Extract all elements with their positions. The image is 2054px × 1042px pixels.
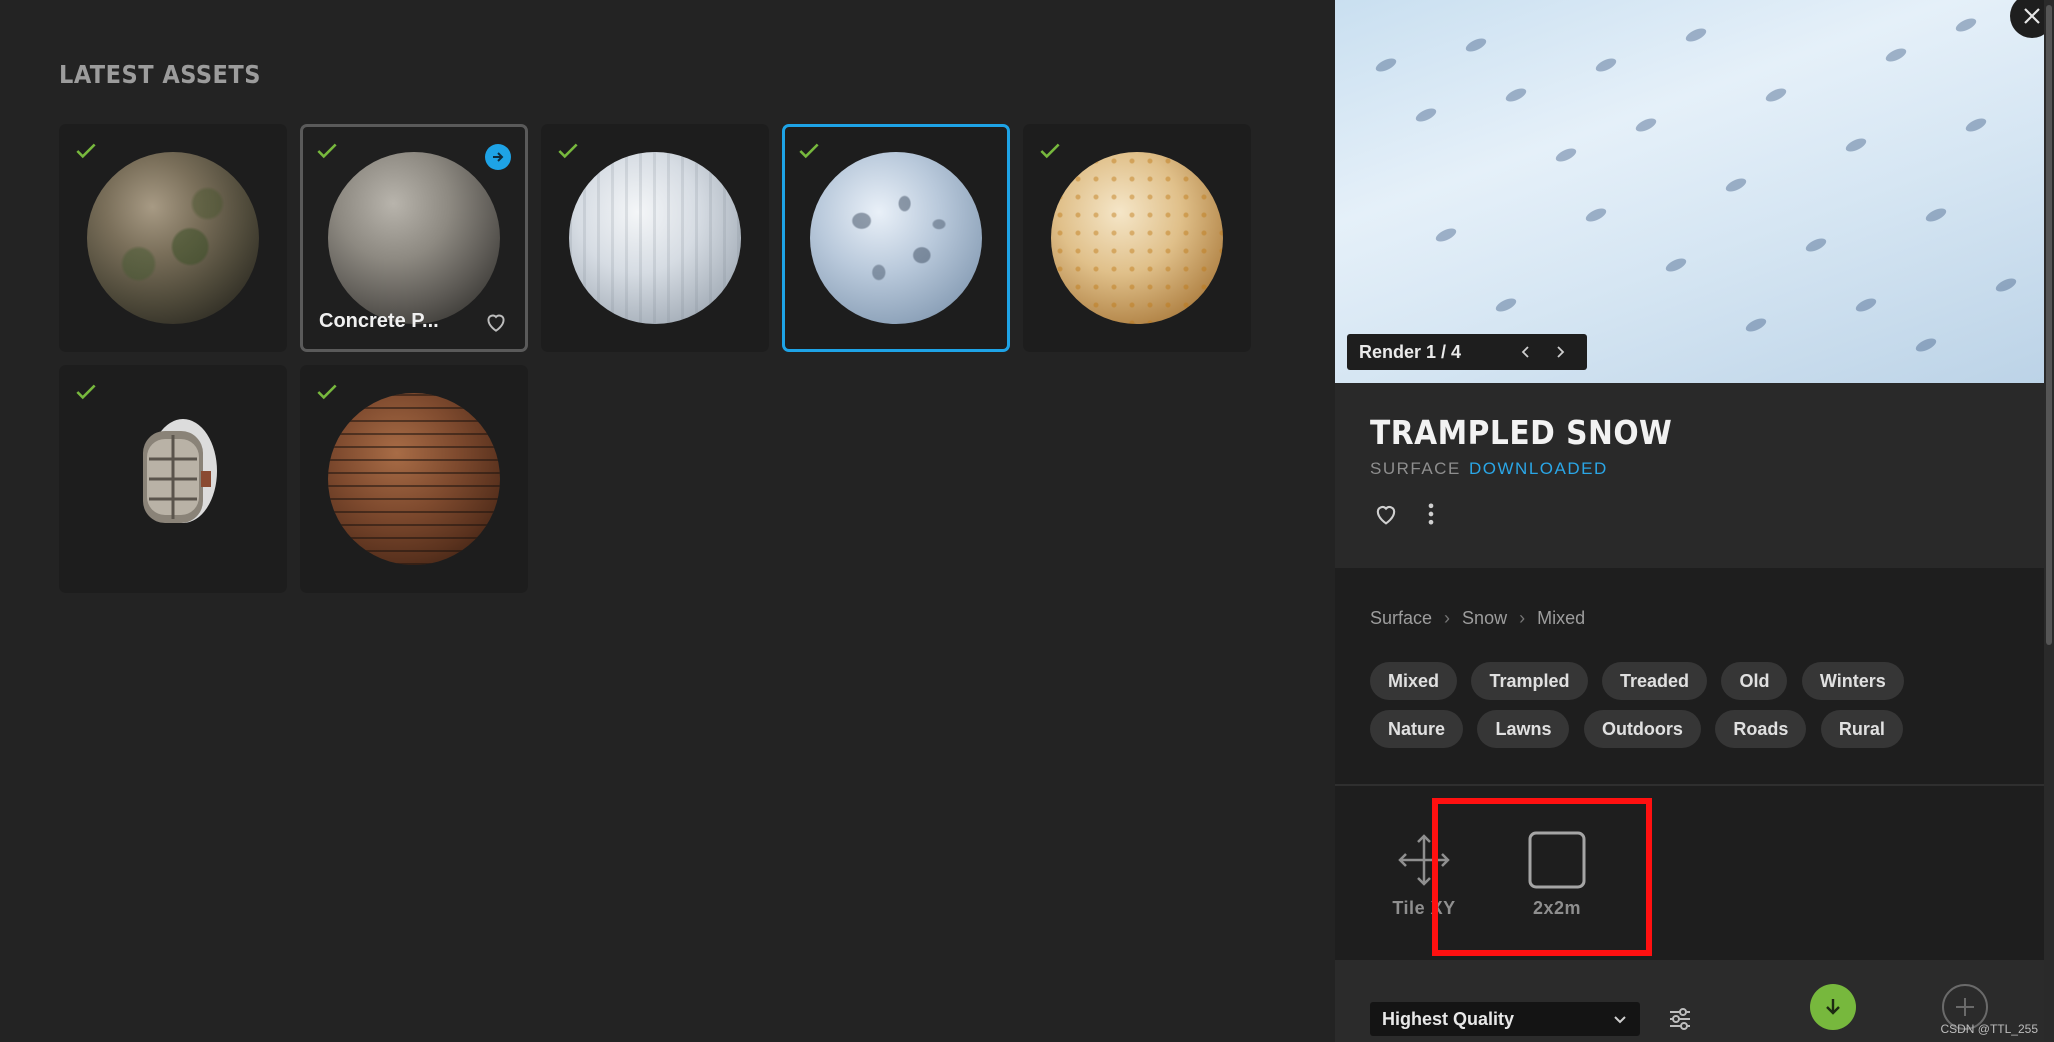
asset-card-concrete[interactable]: Concrete P... [300,124,528,352]
asset-title-block: TRAMPLED SNOW SURFACE DOWNLOADED [1335,383,2044,568]
highlight-box [1432,798,1652,956]
asset-thumbnail [328,152,500,324]
asset-thumbnail [569,152,741,324]
asset-thumbnail [810,152,982,324]
chevron-right-icon: › [1519,608,1526,628]
tag-treaded[interactable]: Treaded [1601,662,1707,700]
heart-icon[interactable] [483,309,509,335]
check-icon [317,384,337,400]
check-icon [317,143,337,159]
download-bar: Highest Quality [1335,960,2044,1042]
chevron-left-icon [1521,346,1529,358]
download-arrow-icon [1826,999,1840,1015]
download-button[interactable] [1810,984,1856,1030]
tag-old[interactable]: Old [1721,662,1788,700]
chevron-right-icon: › [1444,608,1451,628]
render-counter: Render 1 / 4 [1359,341,1462,362]
render-preview[interactable]: Render 1 / 4 [1335,0,2044,383]
asset-card-brick[interactable] [300,365,528,593]
check-icon [76,384,96,400]
chevron-down-icon [1614,1016,1626,1024]
asset-type: SURFACE [1370,459,1461,478]
quality-select-value: Highest Quality [1382,1008,1515,1029]
scrollbar-thumb[interactable] [2046,5,2052,645]
lamp-thumbnail [143,419,217,523]
chevron-right-icon [1557,346,1565,358]
asset-status: DOWNLOADED [1469,459,1608,478]
check-icon [558,143,578,159]
tag-list: Mixed Trampled Treaded Old Winters Natur… [1370,662,2010,758]
asset-card-trampled-snow[interactable] [782,124,1010,352]
section-title: LATEST ASSETS [59,60,261,89]
watermark: CSDN @TTL_255 [1940,1022,2038,1036]
latest-assets-area: LATEST ASSETS Concrete P... [0,0,1335,1042]
breadcrumb: Surface › Snow › Mixed [1370,608,1585,629]
asset-card-fabric[interactable] [1023,124,1251,352]
asset-card-lamp[interactable] [59,365,287,593]
asset-card-ice[interactable] [541,124,769,352]
asset-card-label: Concrete P... [319,310,439,332]
scrollbar[interactable] [2044,0,2054,1042]
tag-nature[interactable]: Nature [1370,710,1464,748]
asset-title: TRAMPLED SNOW [1370,413,1673,452]
open-arrow-icon[interactable] [485,144,511,170]
prev-render-button[interactable] [1509,334,1543,370]
tag-mixed[interactable]: Mixed [1370,662,1458,700]
asset-card-moss-stone[interactable] [59,124,287,352]
tag-rural[interactable]: Rural [1820,710,1903,748]
more-options-icon[interactable] [1417,500,1445,528]
render-navigator: Render 1 / 4 [1347,334,1587,370]
tag-winters[interactable]: Winters [1801,662,1904,700]
plus-icon [1956,998,1974,1016]
tag-trampled[interactable]: Trampled [1471,662,1588,700]
tag-roads[interactable]: Roads [1715,710,1807,748]
heart-icon[interactable] [1372,500,1400,528]
sliders-icon[interactable] [1665,1004,1695,1034]
tag-outdoors[interactable]: Outdoors [1583,710,1701,748]
asset-thumbnail [87,152,259,324]
divider [1335,784,2044,786]
quality-select[interactable]: Highest Quality [1370,1002,1640,1036]
next-render-button[interactable] [1543,334,1577,370]
close-icon [2024,8,2040,24]
tag-lawns[interactable]: Lawns [1477,710,1570,748]
check-icon [76,143,96,159]
breadcrumb-item-snow[interactable]: Snow [1462,608,1507,629]
breadcrumb-item-surface[interactable]: Surface [1370,608,1432,629]
check-icon [1040,143,1060,159]
asset-thumbnail [1051,152,1223,324]
breadcrumb-item-mixed[interactable]: Mixed [1537,608,1585,629]
asset-thumbnail [328,393,500,565]
check-icon [799,143,819,159]
